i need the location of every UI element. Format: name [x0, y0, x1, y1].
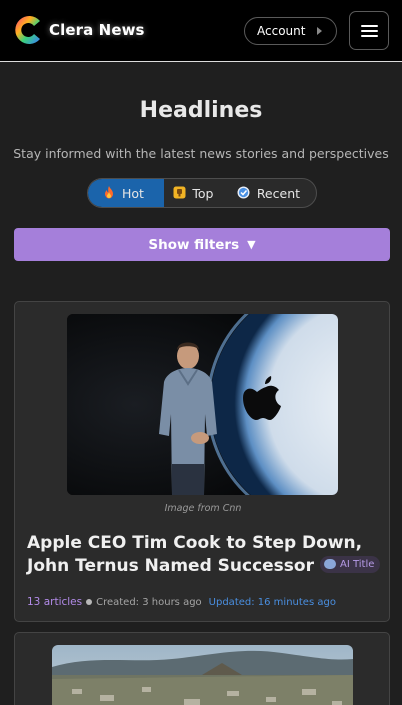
article-image[interactable]	[67, 314, 338, 495]
tab-recent-label: Recent	[256, 185, 301, 201]
page-title: Headlines	[139, 98, 263, 123]
tab-top-label: Top	[192, 185, 214, 201]
article-meta: 13 articles Created: 3 hours ago Updated…	[27, 596, 336, 608]
article-headline[interactable]: Apple CEO Tim Cook to Step Down, John Te…	[27, 532, 382, 578]
clera-logo[interactable]	[10, 12, 46, 48]
article-card-2[interactable]	[14, 632, 390, 705]
articles-count-link[interactable]: 13 articles	[27, 596, 82, 608]
trophy-icon	[172, 186, 186, 200]
image-credit: Image from Cnn	[164, 503, 242, 514]
show-filters-button[interactable]: Show filters ▼	[14, 228, 390, 261]
caret-right-icon	[317, 27, 322, 35]
sort-tabs: Hot Top Recent	[87, 178, 317, 208]
separator-dot	[86, 599, 93, 605]
updated-time: Updated: 16 minutes ago	[208, 596, 336, 608]
article-title[interactable]: Apple CEO Tim Cook to Step Down, John Te…	[27, 533, 362, 576]
account-button[interactable]: Account	[244, 17, 337, 45]
clock-icon	[237, 186, 251, 200]
article-card[interactable]: Image from Cnn Apple CEO Tim Cook to Ste…	[14, 301, 390, 622]
account-label: Account	[257, 24, 306, 38]
page-subtitle: Stay informed with the latest news stori…	[13, 146, 389, 161]
show-filters-label: Show filters	[148, 236, 240, 253]
menu-icon	[361, 25, 378, 27]
tab-hot-label: Hot	[122, 185, 144, 201]
top-navbar: Clera News Account	[0, 0, 402, 62]
tab-top[interactable]: Top	[164, 179, 228, 207]
fire-icon	[102, 186, 116, 200]
hamburger-menu-button[interactable]	[349, 11, 389, 50]
tab-recent[interactable]: Recent	[229, 179, 316, 207]
tab-hot[interactable]: Hot	[88, 179, 165, 207]
ai-title-badge-label: AI Title	[339, 558, 375, 570]
ai-sparkle-icon	[323, 559, 336, 569]
brand-name[interactable]: Clera News	[49, 21, 145, 39]
triangle-down-icon: ▼	[247, 238, 256, 251]
article-image-2[interactable]	[52, 645, 353, 705]
ai-title-badge: AI Title	[319, 555, 381, 573]
created-time: Created: 3 hours ago	[96, 596, 202, 608]
